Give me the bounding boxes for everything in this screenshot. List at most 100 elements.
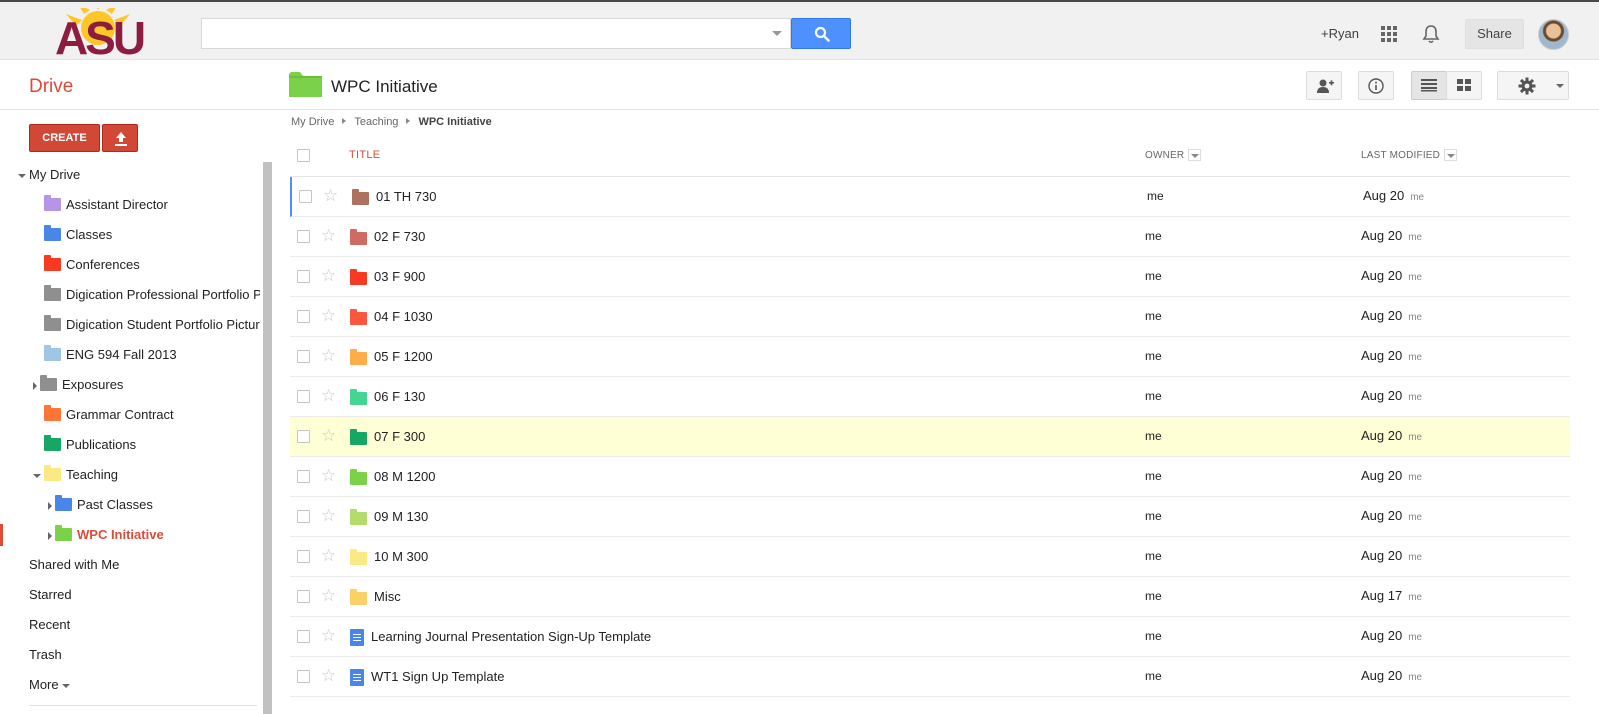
star-icon[interactable]: ☆ bbox=[321, 267, 336, 285]
file-name[interactable]: Misc bbox=[374, 589, 401, 604]
file-row[interactable]: ☆ 07 F 300 me Aug 20 me bbox=[290, 417, 1570, 457]
details-button[interactable] bbox=[1358, 71, 1394, 100]
create-button[interactable]: CREATE bbox=[29, 124, 100, 152]
row-checkbox[interactable] bbox=[297, 390, 310, 403]
row-checkbox[interactable] bbox=[299, 190, 312, 203]
nav-recent[interactable]: Recent bbox=[29, 614, 70, 636]
nav-more[interactable]: More bbox=[29, 674, 70, 696]
row-checkbox[interactable] bbox=[297, 550, 310, 563]
star-icon[interactable]: ☆ bbox=[321, 427, 336, 445]
star-icon[interactable]: ☆ bbox=[321, 547, 336, 565]
current-folder-title[interactable]: WPC Initiative bbox=[331, 77, 438, 97]
file-row[interactable]: ☆ 06 F 130 me Aug 20 me bbox=[290, 377, 1570, 417]
file-name[interactable]: 09 M 130 bbox=[374, 509, 428, 524]
file-row[interactable]: ☆ 04 F 1030 me Aug 20 me bbox=[290, 297, 1570, 337]
select-all-checkbox[interactable] bbox=[297, 149, 310, 162]
star-icon[interactable]: ☆ bbox=[321, 307, 336, 325]
row-checkbox[interactable] bbox=[297, 430, 310, 443]
sidebar-item[interactable]: Grammar Contract bbox=[33, 404, 260, 426]
row-checkbox[interactable] bbox=[297, 350, 310, 363]
file-row[interactable]: ☆ WT1 Sign Up Template me Aug 20 me bbox=[290, 657, 1570, 697]
row-checkbox[interactable] bbox=[297, 670, 310, 683]
settings-button[interactable] bbox=[1497, 71, 1569, 100]
column-owner[interactable]: OWNER bbox=[1145, 149, 1202, 161]
row-checkbox[interactable] bbox=[297, 470, 310, 483]
file-row[interactable]: ☆ 09 M 130 me Aug 20 me bbox=[290, 497, 1570, 537]
breadcrumb-my-drive[interactable]: My Drive bbox=[291, 116, 334, 128]
file-row[interactable]: ☆ 08 M 1200 me Aug 20 me bbox=[290, 457, 1570, 497]
sidebar-item[interactable]: Exposures bbox=[33, 374, 260, 396]
nav-trash[interactable]: Trash bbox=[29, 644, 62, 666]
row-checkbox[interactable] bbox=[297, 310, 310, 323]
row-checkbox[interactable] bbox=[297, 230, 310, 243]
row-checkbox[interactable] bbox=[297, 630, 310, 643]
file-name[interactable]: 10 M 300 bbox=[374, 549, 428, 564]
file-name[interactable]: 08 M 1200 bbox=[374, 469, 435, 484]
share-button[interactable]: Share bbox=[1465, 19, 1524, 49]
file-row[interactable]: ☆ 01 TH 730 me Aug 20 me bbox=[290, 177, 1570, 217]
star-icon[interactable]: ☆ bbox=[321, 227, 336, 245]
search-button[interactable] bbox=[791, 18, 851, 49]
notifications-bell-icon[interactable] bbox=[1422, 24, 1440, 44]
file-name[interactable]: Learning Journal Presentation Sign-Up Te… bbox=[371, 629, 651, 644]
file-row[interactable]: ☆ 03 F 900 me Aug 20 me bbox=[290, 257, 1570, 297]
sidebar-item[interactable]: Past Classes bbox=[48, 494, 260, 516]
nav-starred[interactable]: Starred bbox=[29, 584, 72, 606]
drive-title[interactable]: Drive bbox=[29, 76, 73, 98]
file-row[interactable]: ☆ 10 M 300 me Aug 20 me bbox=[290, 537, 1570, 577]
star-icon[interactable]: ☆ bbox=[321, 627, 336, 645]
file-name[interactable]: 07 F 300 bbox=[374, 429, 425, 444]
sidebar-item[interactable]: Digication Student Portfolio Pictures bbox=[33, 314, 260, 336]
expand-right-icon[interactable] bbox=[48, 501, 52, 510]
list-view-button[interactable] bbox=[1411, 71, 1447, 100]
file-name[interactable]: 04 F 1030 bbox=[374, 309, 433, 324]
apps-grid-icon[interactable] bbox=[1381, 26, 1397, 42]
search-input[interactable] bbox=[201, 18, 791, 49]
star-icon[interactable]: ☆ bbox=[321, 507, 336, 525]
file-name[interactable]: WT1 Sign Up Template bbox=[371, 669, 504, 684]
sort-owner-icon[interactable] bbox=[1188, 149, 1202, 161]
file-row[interactable]: ☆ 05 F 1200 me Aug 20 me bbox=[290, 337, 1570, 377]
sidebar-item[interactable]: Teaching bbox=[33, 464, 260, 486]
expand-right-icon[interactable] bbox=[48, 531, 52, 540]
row-checkbox[interactable] bbox=[297, 510, 310, 523]
star-icon[interactable]: ☆ bbox=[323, 187, 338, 205]
file-name[interactable]: 02 F 730 bbox=[374, 229, 425, 244]
asu-logo[interactable]: ASU bbox=[36, 2, 162, 64]
star-icon[interactable]: ☆ bbox=[321, 667, 336, 685]
breadcrumb-teaching[interactable]: Teaching bbox=[354, 116, 398, 128]
sidebar-scrollbar[interactable] bbox=[263, 162, 272, 714]
row-checkbox[interactable] bbox=[297, 590, 310, 603]
file-row[interactable]: ☆ 02 F 730 me Aug 20 me bbox=[290, 217, 1570, 257]
sidebar-item[interactable]: Assistant Director bbox=[33, 194, 260, 216]
expand-down-icon[interactable] bbox=[18, 173, 26, 178]
star-icon[interactable]: ☆ bbox=[321, 467, 336, 485]
sort-modified-icon[interactable] bbox=[1444, 149, 1458, 161]
sidebar-item[interactable]: Publications bbox=[33, 434, 260, 456]
nav-shared-with-me[interactable]: Shared with Me bbox=[29, 554, 119, 576]
column-title[interactable]: TITLE bbox=[349, 149, 380, 161]
sidebar-item[interactable]: Digication Professional Portfolio Pictur… bbox=[33, 284, 260, 306]
file-row[interactable]: ☆ Misc me Aug 17 me bbox=[290, 577, 1570, 617]
column-last-modified[interactable]: LAST MODIFIED bbox=[1361, 149, 1458, 161]
avatar[interactable] bbox=[1538, 19, 1569, 50]
row-checkbox[interactable] bbox=[297, 270, 310, 283]
add-people-button[interactable] bbox=[1306, 71, 1342, 100]
expand-down-icon[interactable] bbox=[33, 473, 41, 478]
sidebar-item[interactable]: WPC Initiative bbox=[48, 524, 260, 546]
file-name[interactable]: 05 F 1200 bbox=[374, 349, 433, 364]
star-icon[interactable]: ☆ bbox=[321, 387, 336, 405]
sidebar-item[interactable]: Classes bbox=[33, 224, 260, 246]
search-options-chevron-down-icon[interactable] bbox=[772, 31, 782, 36]
expand-right-icon[interactable] bbox=[33, 381, 37, 390]
star-icon[interactable]: ☆ bbox=[321, 347, 336, 365]
grid-view-button[interactable] bbox=[1446, 71, 1482, 100]
star-icon[interactable]: ☆ bbox=[321, 587, 336, 605]
sidebar-item[interactable]: ENG 594 Fall 2013 bbox=[33, 344, 260, 366]
sidebar-item[interactable]: Conferences bbox=[33, 254, 260, 276]
sidebar-item[interactable]: My Drive bbox=[18, 164, 260, 186]
file-name[interactable]: 03 F 900 bbox=[374, 269, 425, 284]
profile-link[interactable]: +Ryan bbox=[1321, 26, 1359, 41]
file-name[interactable]: 06 F 130 bbox=[374, 389, 425, 404]
file-name[interactable]: 01 TH 730 bbox=[376, 189, 436, 204]
